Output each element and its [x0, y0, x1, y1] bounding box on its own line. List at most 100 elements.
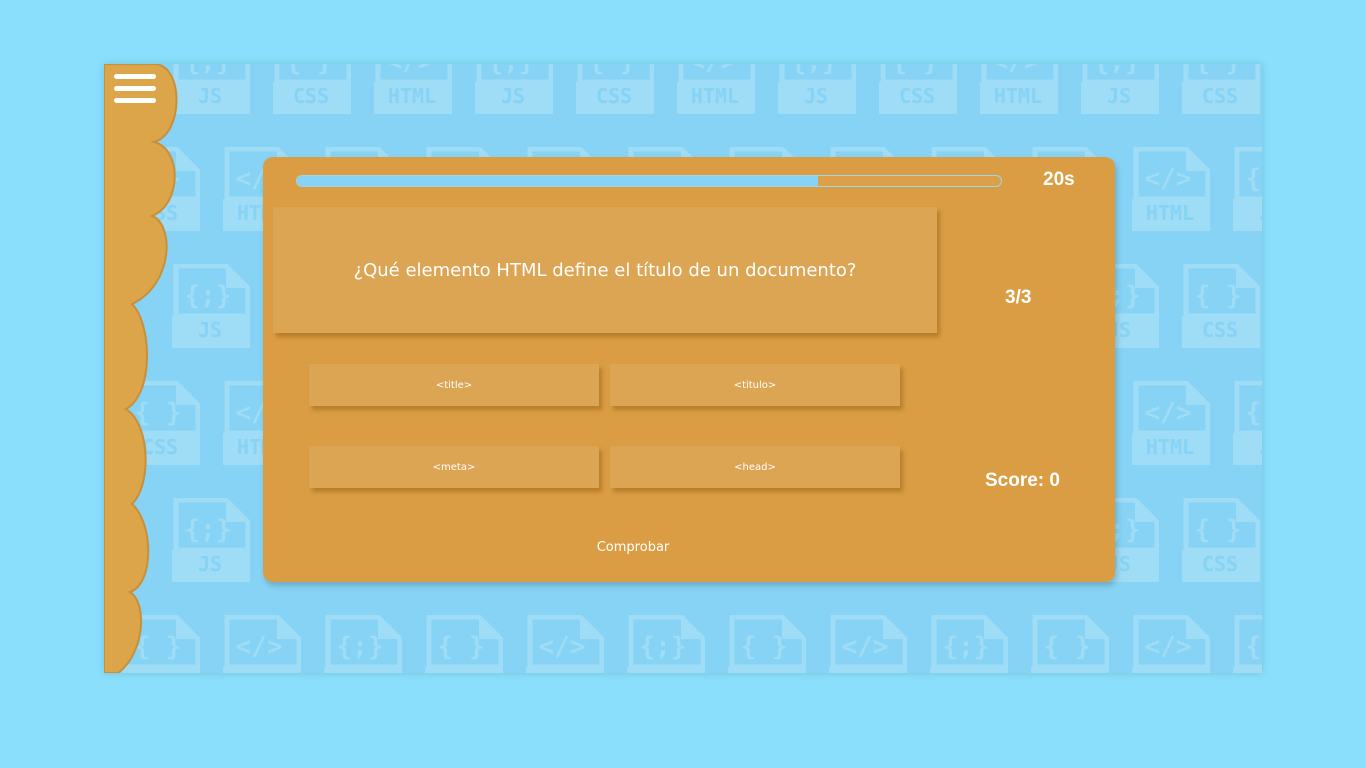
- tile-glyph: </>: [842, 632, 889, 662]
- tile-glyph: {;}: [1246, 164, 1262, 194]
- tile-glyph: </>: [1145, 164, 1192, 194]
- tile-glyph: </>: [690, 64, 737, 77]
- background-file-tile: { } CSS: [877, 64, 957, 120]
- tile-label: JS: [625, 669, 705, 673]
- tile-label: HTML: [827, 669, 907, 673]
- tile-glyph: { }: [892, 64, 939, 77]
- tile-glyph: {;}: [337, 632, 384, 662]
- tile-glyph: </>: [387, 64, 434, 77]
- code-tag-icon: </>: [829, 615, 907, 673]
- tile-label: CSS: [292, 84, 330, 108]
- tile-label: JS: [1231, 669, 1262, 673]
- tile-label: CSS: [423, 669, 503, 673]
- background-file-tile: {;} JS: [473, 64, 553, 120]
- background-file-tile: {;} JS: [1079, 64, 1159, 120]
- question-panel: ¿Qué elemento HTML define el título de u…: [273, 207, 937, 333]
- tile-glyph: { }: [1195, 64, 1242, 77]
- side-scallop-decoration: [104, 64, 178, 673]
- tile-label: CSS: [1201, 318, 1239, 342]
- background-file-tile: </> HTML: [1130, 615, 1210, 673]
- tile-glyph: {;}: [1094, 64, 1141, 77]
- question-text: ¿Qué elemento HTML define el título de u…: [353, 259, 857, 281]
- answer-option-3[interactable]: <meta>: [309, 446, 599, 488]
- tile-glyph: {;}: [488, 64, 535, 77]
- background-file-tile: { } CSS: [1029, 615, 1109, 673]
- tile-glyph: {;}: [1246, 632, 1262, 662]
- background-file-tile: { } CSS: [574, 64, 654, 120]
- background-file-tile: {;} JS: [776, 64, 856, 120]
- tile-label: HTML: [1145, 435, 1195, 459]
- code-tag-icon: </>: [1132, 615, 1210, 673]
- tile-glyph: {;}: [791, 64, 838, 77]
- tile-label: HTML: [221, 669, 301, 673]
- tile-label: HTML: [690, 84, 740, 108]
- braces-semicolon-icon: {;}: [627, 615, 705, 673]
- braces-semicolon-icon: {;}: [324, 615, 402, 673]
- tile-label: CSS: [1201, 552, 1239, 576]
- menu-bar-bottom: [114, 98, 156, 103]
- braces-icon: { }: [425, 615, 503, 673]
- tile-glyph: { }: [589, 64, 636, 77]
- background-file-tile: {;} JS: [322, 615, 402, 673]
- tile-glyph: { }: [438, 632, 485, 662]
- question-counter: 3/3: [1005, 287, 1032, 308]
- tile-glyph: { }: [286, 64, 333, 77]
- tile-label: CSS: [898, 84, 936, 108]
- background-file-tile: { } CSS: [271, 64, 351, 120]
- answer-option-4[interactable]: <head>: [610, 446, 900, 488]
- answer-option-2[interactable]: <titulo>: [610, 364, 900, 406]
- background-file-tile: </> HTML: [978, 64, 1058, 120]
- background-file-tile: { } CSS: [1180, 264, 1260, 354]
- tile-label: JS: [1231, 201, 1262, 225]
- braces-icon: { }: [1031, 615, 1109, 673]
- background-file-tile: { } CSS: [1180, 498, 1260, 588]
- tile-label: CSS: [1029, 669, 1109, 673]
- timer-progress-fill: [297, 176, 818, 186]
- tile-glyph: {;}: [185, 281, 232, 311]
- tile-label: JS: [1106, 84, 1132, 108]
- answer-option-1[interactable]: <title>: [309, 364, 599, 406]
- background-file-tile: { } CSS: [726, 615, 806, 673]
- tile-glyph: {;}: [185, 515, 232, 545]
- tile-glyph: {;}: [640, 632, 687, 662]
- braces-icon: { }: [728, 615, 806, 673]
- tile-label: HTML: [1130, 669, 1210, 673]
- tile-label: HTML: [993, 84, 1043, 108]
- background-file-tile: {;} JS: [625, 615, 705, 673]
- tile-label: CSS: [595, 84, 633, 108]
- tile-label: JS: [500, 84, 526, 108]
- background-file-tile: </> HTML: [524, 615, 604, 673]
- tile-glyph: </>: [1145, 398, 1192, 428]
- tile-label: JS: [1231, 435, 1262, 459]
- menu-bar-top: [114, 74, 156, 79]
- timer-progress-bar: [296, 175, 1002, 187]
- tile-glyph: </>: [236, 632, 283, 662]
- background-file-tile: {;} JS: [928, 615, 1008, 673]
- background-file-tile: </> HTML: [221, 615, 301, 673]
- score-label: Score: 0: [985, 470, 1060, 491]
- tile-glyph: { }: [1195, 515, 1242, 545]
- tile-glyph: </>: [1145, 632, 1192, 662]
- tile-label: HTML: [524, 669, 604, 673]
- tile-glyph: {;}: [185, 64, 232, 77]
- background-file-tile: {;} JS: [1231, 147, 1262, 237]
- background-file-tile: </> HTML: [372, 64, 452, 120]
- tile-label: JS: [928, 669, 1008, 673]
- tile-label: HTML: [387, 84, 437, 108]
- tile-glyph: { }: [1044, 632, 1091, 662]
- braces-semicolon-icon: {;}: [930, 615, 1008, 673]
- background-file-tile: { } CSS: [1180, 64, 1260, 120]
- tile-glyph: { }: [1195, 281, 1242, 311]
- hamburger-menu-icon[interactable]: [112, 70, 158, 108]
- background-file-tile: </> HTML: [1130, 381, 1210, 471]
- background-file-tile: </> HTML: [1130, 147, 1210, 237]
- braces-semicolon-icon: {;}: [1233, 615, 1262, 673]
- code-tag-icon: </>: [526, 615, 604, 673]
- tile-label: CSS: [726, 669, 806, 673]
- tile-glyph: </>: [539, 632, 586, 662]
- background-file-tile: {;} JS: [1231, 615, 1262, 673]
- background-file-tile: </> HTML: [675, 64, 755, 120]
- background-file-tile: {;} JS: [1231, 381, 1262, 471]
- tile-glyph: {;}: [943, 632, 990, 662]
- check-answer-button[interactable]: Comprobar: [563, 535, 703, 559]
